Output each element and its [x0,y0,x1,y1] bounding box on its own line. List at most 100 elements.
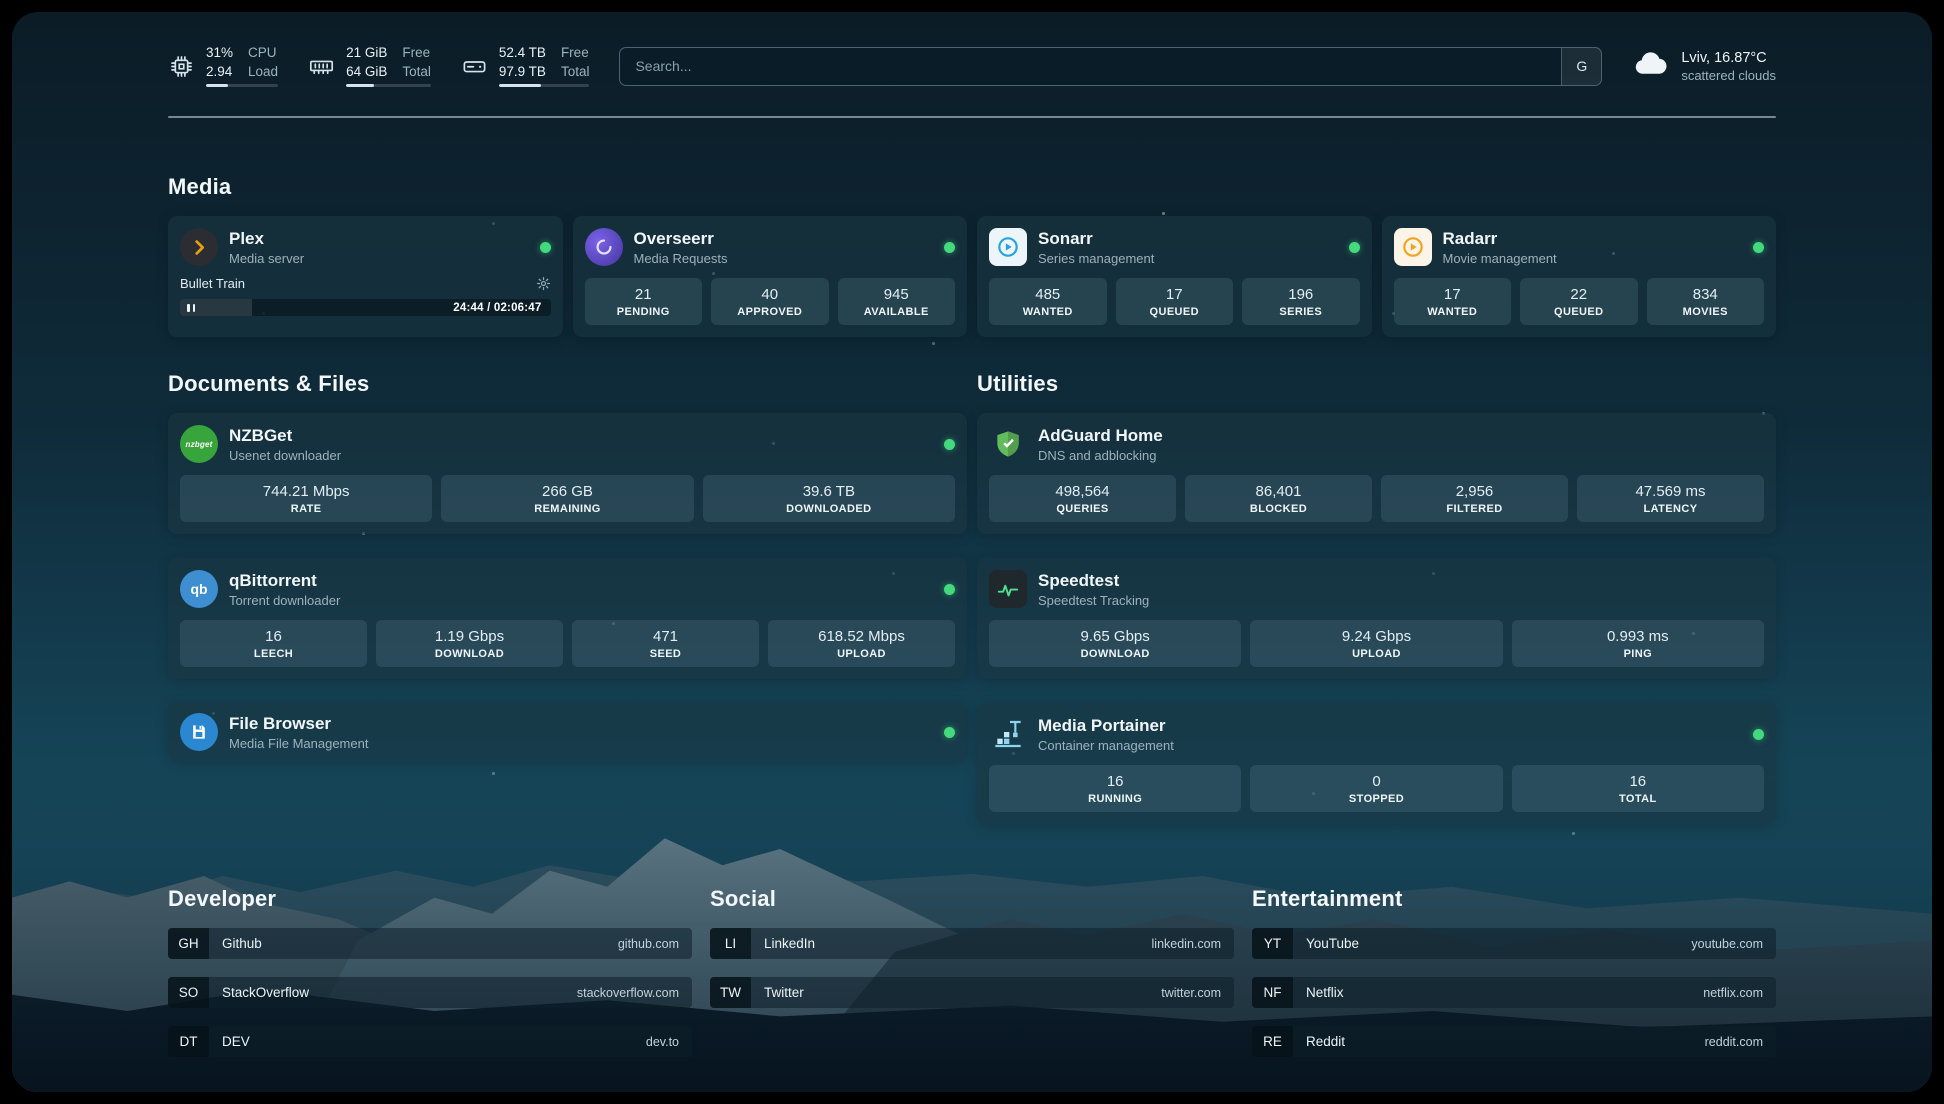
disk-total-value: 97.9 TB [499,64,546,81]
search-input[interactable] [620,48,1561,85]
stat-block: 40 APPROVED [711,278,829,325]
stat-value: 40 [761,286,778,303]
section-documents: Documents & Files nzbget NZBGet Usenet d… [168,371,967,824]
service-card-portainer[interactable]: Media Portainer Container management 16 … [977,703,1776,824]
developer-group-title: Developer [168,886,692,912]
playback-time: 24:44 / 02:06:47 [453,302,541,314]
stat-block: 266 GB REMAINING [441,475,693,522]
bookmark-twitter[interactable]: TW Twitter twitter.com [710,977,1234,1008]
bookmark-abbr: NF [1252,977,1293,1008]
service-title: Sonarr [1038,229,1338,249]
playback-progress-bar[interactable]: 24:44 / 02:06:47 [180,299,551,316]
service-title: File Browser [229,714,933,734]
bookmark-linkedin[interactable]: LI LinkedIn linkedin.com [710,928,1234,959]
stat-value: 1.19 Gbps [435,628,504,645]
stat-block: 834 MOVIES [1647,278,1765,325]
stat-value: 17 [1166,286,1183,303]
service-title: Speedtest [1038,571,1764,591]
bookmark-group-social: Social LI LinkedIn linkedin.com TW Twitt… [710,886,1234,1057]
bookmark-github[interactable]: GH Github github.com [168,928,692,959]
settings-gear-icon[interactable] [536,276,551,291]
stat-block: 945 AVAILABLE [838,278,956,325]
bookmark-abbr: GH [168,928,209,959]
status-online-dot [944,727,955,738]
service-card-adguard[interactable]: AdGuard Home DNS and adblocking 498,564 … [977,413,1776,534]
memory-total-label: Total [402,64,431,81]
stat-label: QUEUED [1554,306,1603,318]
resource-widgets: 31% 2.94 CPU Load [168,45,589,88]
service-card-overseerr[interactable]: Overseerr Media Requests 21 PENDING 40 A… [573,216,968,337]
service-card-speedtest[interactable]: Speedtest Speedtest Tracking 9.65 Gbps D… [977,558,1776,679]
stat-value: 9.24 Gbps [1342,628,1411,645]
stat-block: 1.19 Gbps DOWNLOAD [376,620,563,667]
bookmark-dev[interactable]: DT DEV dev.to [168,1026,692,1057]
stat-value: 21 [635,286,652,303]
stat-block: 744.21 Mbps RATE [180,475,432,522]
cpu-load-label: Load [248,64,278,81]
memory-total-value: 64 GiB [346,64,387,81]
stat-value: 16 [1629,773,1646,790]
stat-label: UPLOAD [1352,648,1401,660]
bookmark-abbr: DT [168,1026,209,1057]
service-card-sonarr[interactable]: Sonarr Series management 485 WANTED 17 Q… [977,216,1372,337]
bookmark-group-developer: Developer GH Github github.com SO StackO… [168,886,692,1057]
radarr-icon [1394,228,1432,266]
disk-total-label: Total [561,64,590,81]
stat-value: 86,401 [1256,483,1302,500]
stat-block: 9.65 Gbps DOWNLOAD [989,620,1241,667]
now-playing-title: Bullet Train [180,276,245,291]
stat-label: WANTED [1023,306,1073,318]
pause-button[interactable] [187,304,195,312]
stat-label: REMAINING [534,503,601,515]
status-online-dot [1753,242,1764,253]
status-online-dot [1349,242,1360,253]
service-subtitle: Media server [229,251,529,266]
cpu-percent: 31% [206,45,233,62]
stat-block: 498,564 QUERIES [989,475,1176,522]
portainer-icon [989,715,1027,753]
weather-location: Lviv, 16.87°C [1681,50,1776,66]
stat-value: 498,564 [1055,483,1109,500]
service-card-nzbget[interactable]: nzbget NZBGet Usenet downloader 744.21 M… [168,413,967,534]
topbar: 31% 2.94 CPU Load [168,38,1776,94]
service-card-filebrowser[interactable]: File Browser Media File Management [168,703,967,761]
utilities-section-title: Utilities [977,371,1776,397]
stat-block: 2,956 FILTERED [1381,475,1568,522]
service-title: Media Portainer [1038,716,1742,736]
stat-value: 618.52 Mbps [818,628,905,645]
search-provider-button[interactable]: G [1561,48,1601,85]
service-card-radarr[interactable]: Radarr Movie management 17 WANTED 22 QUE… [1382,216,1777,337]
bookmark-url: dev.to [646,1035,692,1049]
stat-label: PENDING [617,306,670,318]
stat-label: APPROVED [737,306,802,318]
stat-label: UPLOAD [837,648,886,660]
stat-block: 21 PENDING [585,278,703,325]
service-subtitle: Container management [1038,738,1742,753]
nzbget-icon: nzbget [180,425,218,463]
bookmark-url: twitter.com [1161,986,1234,1000]
stat-block: 16 TOTAL [1512,765,1764,812]
stat-value: 9.65 Gbps [1081,628,1150,645]
service-card-plex[interactable]: Plex Media server Bullet Train [168,216,563,337]
bookmark-name: StackOverflow [209,985,577,1000]
service-card-qbittorrent[interactable]: qb qBittorrent Torrent downloader 16 [168,558,967,679]
bookmark-url: reddit.com [1705,1035,1776,1049]
disk-free-label: Free [561,45,590,62]
stat-block: 47.569 ms LATENCY [1577,475,1764,522]
stat-value: 22 [1570,286,1587,303]
bookmark-stackoverflow[interactable]: SO StackOverflow stackoverflow.com [168,977,692,1008]
adguard-icon [989,425,1027,463]
stat-block: 485 WANTED [989,278,1107,325]
bookmark-youtube[interactable]: YT YouTube youtube.com [1252,928,1776,959]
stat-block: 471 SEED [572,620,759,667]
bookmark-reddit[interactable]: RE Reddit reddit.com [1252,1026,1776,1057]
bookmark-netflix[interactable]: NF Netflix netflix.com [1252,977,1776,1008]
bookmark-url: stackoverflow.com [577,986,692,1000]
stat-label: STOPPED [1349,793,1404,805]
service-subtitle: Torrent downloader [229,593,933,608]
stat-label: SERIES [1279,306,1322,318]
section-media: Media Plex Media server [168,174,1776,337]
disk-usage-bar [499,84,590,87]
section-utilities: Utilities AdGuard Home DNS and adblockin… [977,371,1776,824]
memory-widget: 21 GiB 64 GiB Free Total [308,45,431,88]
